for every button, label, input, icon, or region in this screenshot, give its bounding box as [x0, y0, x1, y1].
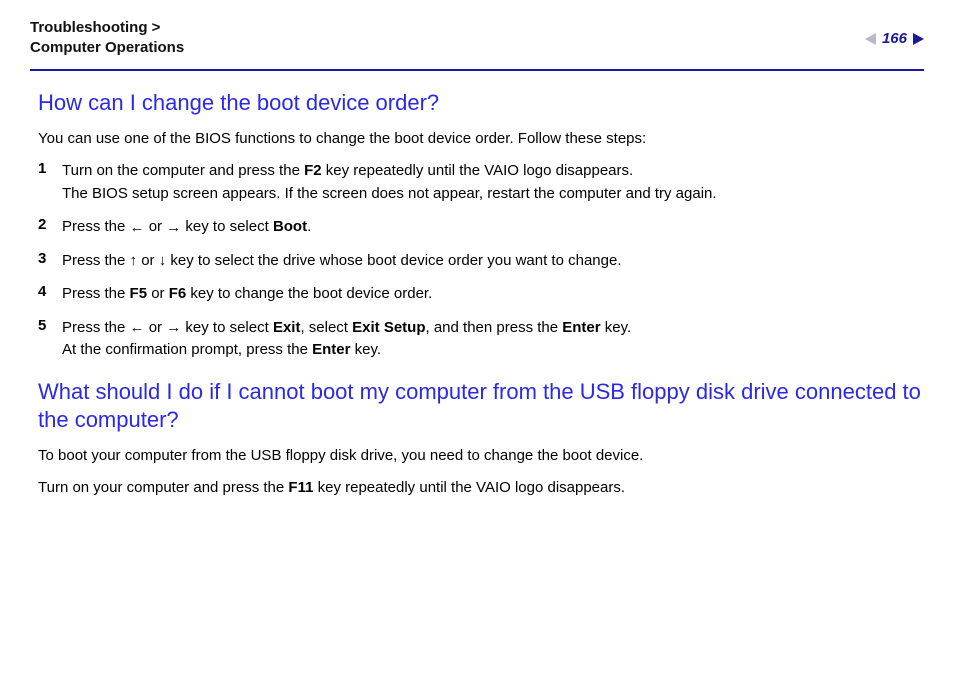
left-arrow-icon: ← [130, 220, 145, 235]
step-text: Press the ← or → key to select Exit, sel… [62, 317, 631, 362]
step-number: 4 [38, 283, 62, 300]
right-arrow-icon: → [166, 320, 181, 335]
step-text: Press the ↑ or ↓ key to select the drive… [62, 250, 622, 273]
section-title: What should I do if I cannot boot my com… [38, 378, 924, 435]
step-number: 2 [38, 216, 62, 233]
paragraph: Turn on your computer and press the F11 … [38, 477, 924, 500]
section-title: How can I change the boot device order? [38, 89, 924, 118]
step-item: 4 Press the F5 or F6 key to change the b… [38, 283, 924, 306]
steps-list: 1 Turn on the computer and press the F2 … [38, 160, 924, 362]
up-arrow-icon: ↑ [130, 253, 138, 268]
page-navigation: 166 [865, 30, 924, 47]
page-content: How can I change the boot device order? … [30, 89, 924, 500]
step-item: 1 Turn on the computer and press the F2 … [38, 160, 924, 205]
breadcrumb-line-1: Troubleshooting > [30, 18, 184, 38]
breadcrumb: Troubleshooting > Computer Operations [30, 18, 184, 57]
section-intro: You can use one of the BIOS functions to… [38, 128, 924, 151]
down-arrow-icon: ↓ [159, 253, 167, 268]
step-number: 5 [38, 317, 62, 334]
step-number: 3 [38, 250, 62, 267]
step-item: 5 Press the ← or → key to select Exit, s… [38, 317, 924, 362]
right-arrow-icon: → [166, 220, 181, 235]
step-text: Press the ← or → key to select Boot. [62, 216, 311, 239]
next-page-arrow-icon[interactable] [913, 33, 924, 45]
page-number: 166 [880, 30, 909, 47]
step-text: Turn on the computer and press the F2 ke… [62, 160, 717, 205]
step-number: 1 [38, 160, 62, 177]
step-item: 3 Press the ↑ or ↓ key to select the dri… [38, 250, 924, 273]
breadcrumb-line-2: Computer Operations [30, 38, 184, 58]
step-text: Press the F5 or F6 key to change the boo… [62, 283, 432, 306]
step-item: 2 Press the ← or → key to select Boot. [38, 216, 924, 239]
paragraph: To boot your computer from the USB flopp… [38, 445, 924, 468]
page-header: Troubleshooting > Computer Operations 16… [30, 18, 924, 71]
left-arrow-icon: ← [130, 320, 145, 335]
prev-page-arrow-icon[interactable] [865, 33, 876, 45]
